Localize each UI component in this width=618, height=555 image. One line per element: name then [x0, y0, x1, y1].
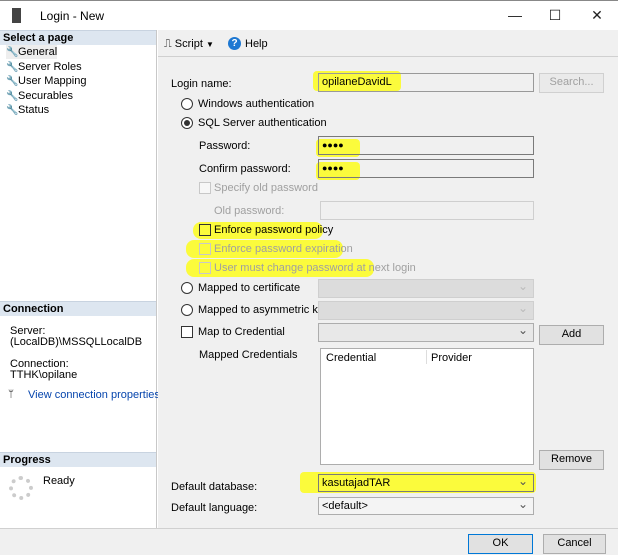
confirm-password-label: Confirm password:: [199, 163, 291, 175]
windows-auth-label: Windows authentication: [198, 98, 315, 110]
default-language-select[interactable]: <default>: [318, 496, 534, 515]
specify-old-password-checkbox[interactable]: [199, 182, 211, 194]
script-button[interactable]: ⎍ Script ▼: [164, 37, 214, 51]
map-credential-checkbox[interactable]: [181, 326, 193, 338]
sidebar-item-status[interactable]: 🔧Status: [6, 103, 49, 117]
close-button[interactable]: ✕: [582, 5, 612, 25]
help-icon[interactable]: ?: [228, 37, 241, 50]
password-label: Password:: [199, 140, 251, 152]
title-bar: Login - New — ☐ ✕: [0, 0, 618, 30]
spinner-icon: [9, 476, 33, 500]
wrench-icon: 🔧: [6, 105, 19, 116]
enforce-expiration-label: Enforce password expiration: [214, 243, 353, 255]
column-divider: [426, 350, 427, 364]
mapped-asymmetric-key-label: Mapped to asymmetric key: [198, 304, 330, 316]
cancel-button[interactable]: Cancel: [543, 534, 606, 554]
old-password-label: Old password:: [214, 205, 285, 217]
mapped-credentials-label: Mapped Credentials: [199, 349, 298, 361]
sql-auth-label: SQL Server authentication: [198, 117, 327, 129]
wrench-icon: 🔧: [6, 91, 19, 102]
remove-button[interactable]: Remove: [539, 450, 604, 470]
password-input[interactable]: ●●●●: [318, 136, 534, 155]
enforce-policy-checkbox[interactable]: [199, 224, 211, 236]
map-credential-label: Map to Credential: [198, 326, 285, 338]
login-name-input[interactable]: opilaneDavidL: [318, 73, 534, 92]
progress-header: Progress: [0, 452, 156, 467]
mapped-certificate-radio[interactable]: [181, 282, 193, 294]
dialog-footer: OK Cancel: [0, 528, 618, 555]
enforce-expiration-checkbox[interactable]: [199, 243, 211, 255]
wrench-icon: 🔧: [6, 62, 19, 73]
default-language-label: Default language:: [171, 502, 258, 514]
login-name-label: Login name:: [171, 78, 232, 90]
chevron-down-icon: ▼: [205, 40, 214, 49]
must-change-label: User must change password at next login: [214, 262, 416, 274]
toolbar: ⎍ Script ▼ ? Help: [158, 30, 618, 57]
specify-old-password-label: Specify old password: [214, 182, 318, 194]
default-database-select[interactable]: kasutajadTAR: [318, 473, 534, 492]
script-icon: ⎍: [164, 38, 172, 50]
connection-value: TTHK\opilane: [10, 369, 78, 381]
search-button[interactable]: Search...: [539, 73, 604, 93]
sidebar-item-general[interactable]: 🔧General: [6, 45, 58, 59]
add-button[interactable]: Add: [539, 325, 604, 345]
column-header-credential[interactable]: Credential: [326, 351, 376, 365]
asymmetric-key-combo[interactable]: [318, 300, 534, 320]
ok-button[interactable]: OK: [468, 534, 533, 554]
window-title: Login - New: [40, 9, 105, 23]
wrench-icon: 🔧: [6, 76, 19, 87]
mapped-asymmetric-key-radio[interactable]: [181, 304, 193, 316]
column-header-provider[interactable]: Provider: [431, 351, 472, 365]
must-change-checkbox[interactable]: [199, 262, 211, 274]
sidebar-item-server-roles[interactable]: 🔧Server Roles: [6, 60, 82, 74]
sql-auth-radio[interactable]: [181, 117, 193, 129]
connection-icon: ᛘ: [8, 389, 14, 400]
server-icon: [12, 8, 21, 23]
credentials-table[interactable]: Credential Provider: [320, 348, 534, 465]
select-page-header: Select a page: [0, 30, 156, 45]
windows-auth-radio[interactable]: [181, 98, 193, 110]
enforce-policy-label: Enforce password policy: [214, 224, 334, 236]
server-value: (LocalDB)\MSSQLLocalDB: [10, 336, 143, 348]
sidebar-item-user-mapping[interactable]: 🔧User Mapping: [6, 74, 86, 88]
maximize-button[interactable]: ☐: [540, 5, 570, 25]
default-database-label: Default database:: [171, 481, 258, 493]
help-button[interactable]: Help: [245, 37, 268, 51]
progress-status: Ready: [43, 475, 75, 487]
confirm-password-input[interactable]: ●●●●: [318, 159, 534, 178]
credential-combo[interactable]: [318, 322, 534, 342]
view-connection-properties-link[interactable]: View connection properties: [28, 388, 160, 402]
mapped-certificate-label: Mapped to certificate: [198, 282, 301, 294]
certificate-combo[interactable]: [318, 278, 534, 298]
connection-header: Connection: [0, 301, 156, 316]
minimize-button[interactable]: —: [500, 5, 530, 25]
wrench-icon: 🔧: [6, 47, 19, 58]
sidebar-item-securables[interactable]: 🔧Securables: [6, 89, 73, 103]
old-password-input[interactable]: [320, 201, 534, 220]
